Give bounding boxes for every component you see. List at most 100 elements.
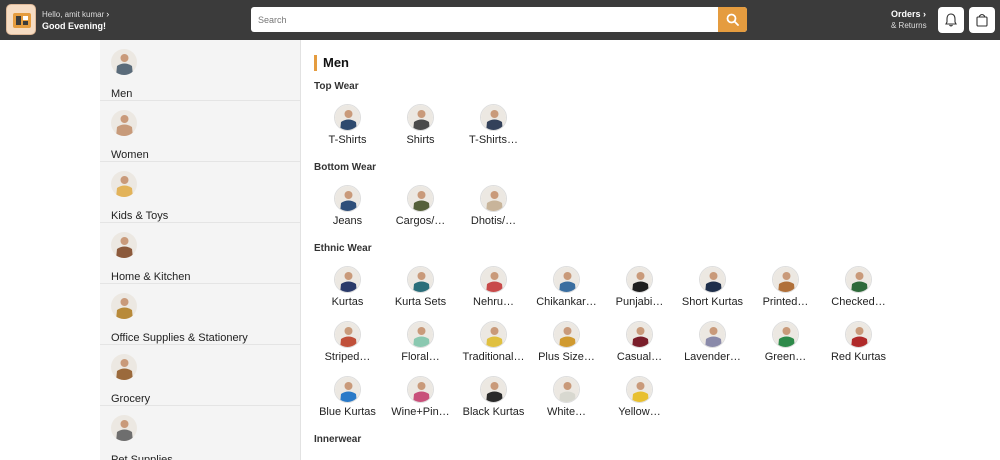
subcategory-thumbnail [480,321,507,348]
subcategory-label: Short Kurtas [681,296,744,308]
sidebar-item-label: Kids & Toys [111,210,169,222]
shopping-bag-icon [976,13,988,27]
title-accent-bar [314,55,317,71]
subcategory-thumbnail [407,185,434,212]
subcategory-tile[interactable]: Chikankar… [530,266,603,316]
subcategory-thumbnail [480,104,507,131]
subcategory-tile[interactable]: Floral… [384,321,457,371]
top-header: Hello, amit kumar› Good Evening! Orders … [0,0,1000,40]
bell-icon [945,13,957,27]
subcategory-label: Dhotis/… [470,215,517,227]
subcategory-tile[interactable]: Dhotis/… [457,185,530,235]
subcategory-label: Green… [764,351,807,363]
sidebar-item[interactable]: Home & Kitchen [100,223,300,284]
subcategory-label: Chikankar… [536,296,597,308]
store-logo-icon[interactable] [6,4,36,35]
subcategory-tile[interactable]: Plus Size… [530,321,603,371]
subcategory-tile[interactable]: White… [530,376,603,426]
sidebar-item[interactable]: Pet Supplies [100,406,300,460]
subcategory-thumbnail [407,266,434,293]
subcategory-thumbnail [845,321,872,348]
subcategory-tile[interactable]: Black Kurtas [457,376,530,426]
subcategory-tile[interactable]: T-Shirts… [457,104,530,154]
subcategory-tile[interactable]: Green… [749,321,822,371]
subcategory-thumbnail [553,376,580,403]
subcategory-tile[interactable]: Yellow… [603,376,676,426]
section-title: Bottom Wear [314,162,377,173]
page-title: Men [323,55,349,70]
subcategory-tile[interactable]: Traditional… [457,321,530,371]
subcategory-tile[interactable]: T-Shirts [311,104,384,154]
sidebar-item[interactable]: Women [100,101,300,162]
subcategory-label: T-Shirts [328,134,367,146]
subcategory-label: Yellow… [618,406,661,418]
notifications-button[interactable] [938,7,964,33]
sidebar-item-label: Office Supplies & Stationery [111,332,248,344]
orders-label: Orders › [891,9,927,19]
sidebar-item[interactable]: Office Supplies & Stationery [100,284,300,345]
subcategory-tile[interactable]: Jeans [311,185,384,235]
subcategory-thumbnail [553,266,580,293]
subcategory-label: White… [546,406,587,418]
subcategory-tile[interactable]: Kurta Sets [384,266,457,316]
subcategory-tile[interactable]: Casual… [603,321,676,371]
subcategory-tile[interactable]: Nehru… [457,266,530,316]
subcategory-tile[interactable]: Red Kurtas [822,321,895,371]
category-thumbnail [111,110,137,136]
sidebar-item-label: Women [111,149,149,161]
subcategory-label: Shirts [406,134,435,146]
subcategory-label: T-Shirts… [469,134,518,146]
subcategory-tile[interactable]: Punjabi… [603,266,676,316]
subcategory-tile[interactable]: Cargos/… [384,185,457,235]
subcategory-label: Plus Size… [538,351,595,363]
sidebar-item-label: Grocery [111,393,151,405]
search-button[interactable] [718,7,747,32]
subcategory-tile[interactable]: Checked… [822,266,895,316]
subcategory-label: Nehru… [473,296,514,308]
subcategory-thumbnail [407,321,434,348]
subcategory-thumbnail [407,104,434,131]
subcategory-tile[interactable]: Kurtas [311,266,384,316]
section-title: Innerwear [314,434,362,445]
category-thumbnail [111,293,137,319]
sidebar-item[interactable]: Grocery [100,345,300,406]
subcategory-label: Traditional… [462,351,525,363]
sidebar-item[interactable]: Men [100,40,300,101]
cart-button[interactable] [969,7,995,33]
subcategory-thumbnail [334,376,361,403]
subcategory-tile[interactable]: Short Kurtas [676,266,749,316]
subcategory-thumbnail [699,266,726,293]
subcategory-thumbnail [845,266,872,293]
sidebar-item[interactable]: Kids & Toys [100,162,300,223]
subcategory-panel: Men Top Wear T-Shirts Shirts T-Shirts… Botto… [302,40,1000,460]
subcategory-label: Blue Kurtas [319,406,376,418]
sidebar-item-label: Home & Kitchen [111,271,191,283]
subcategory-thumbnail [334,185,361,212]
subcategory-thumbnail [334,321,361,348]
subcategory-thumbnail [626,266,653,293]
subcategory-thumbnail [480,185,507,212]
subcategory-tile[interactable]: Striped… [311,321,384,371]
category-thumbnail [111,354,137,380]
subcategory-tile[interactable]: Lavender… [676,321,749,371]
subcategory-thumbnail [407,376,434,403]
orders-returns-link[interactable]: Orders › & Returns [891,9,927,31]
category-thumbnail [111,415,137,441]
user-greeting[interactable]: Hello, amit kumar › Good Evening! [42,9,109,32]
subcategory-thumbnail [626,376,653,403]
section-title: Ethnic Wear [314,243,372,254]
subcategory-thumbnail [772,321,799,348]
subcategory-label: Floral… [401,351,440,363]
category-thumbnail [111,171,137,197]
subcategory-thumbnail [480,376,507,403]
subcategory-label: Red Kurtas [830,351,887,363]
subcategory-thumbnail [480,266,507,293]
greeting-text: Hello, amit kumar [42,10,105,19]
subcategory-tile[interactable]: Wine+Pin… [384,376,457,426]
subcategory-tile[interactable]: Printed… [749,266,822,316]
subcategory-tile[interactable]: Blue Kurtas [311,376,384,426]
search-input[interactable] [251,7,719,32]
subcategory-tile[interactable]: Shirts [384,104,457,154]
search-icon [726,13,739,26]
subcategory-label: Punjabi… [615,296,664,308]
